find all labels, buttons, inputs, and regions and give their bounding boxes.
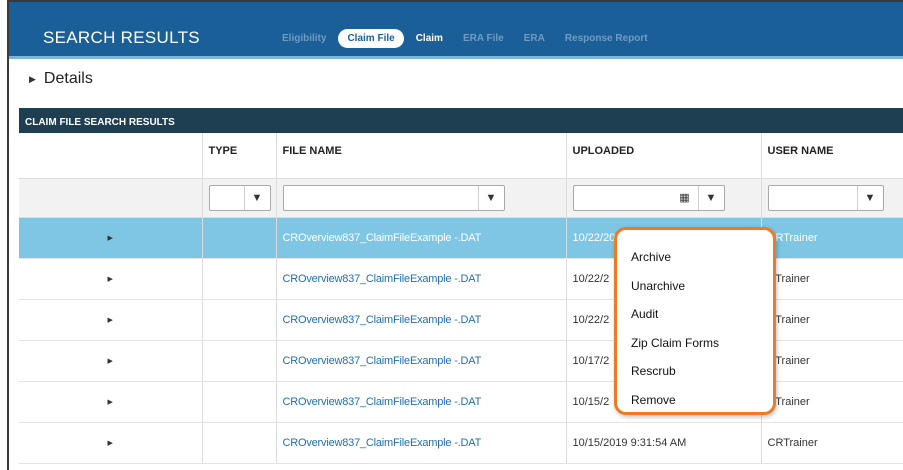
- expand-row-icon[interactable]: ▶: [19, 340, 203, 382]
- details-toggle[interactable]: ▶ Details: [29, 70, 93, 88]
- filter-cell-user-name: ▼: [761, 178, 903, 218]
- filter-icon[interactable]: ▼: [477, 185, 504, 210]
- col-header-user-name[interactable]: USER NAME: [761, 133, 903, 179]
- cell-user-name: CRTrainer: [761, 217, 903, 259]
- header-bar: SEARCH RESULTS Eligibility Claim File Cl…: [9, 2, 903, 59]
- file-name-link[interactable]: CROverview837_ClaimFileExample -.DAT: [276, 340, 567, 382]
- cell-type: [202, 422, 277, 464]
- type-filter-input[interactable]: ▼: [208, 184, 271, 211]
- file-name-link[interactable]: CROverview837_ClaimFileExample -.DAT: [276, 381, 567, 423]
- filter-icon[interactable]: ▼: [243, 185, 270, 210]
- uploaded-filter-input[interactable]: ▦ ▼: [572, 184, 725, 211]
- cell-user-name: RTrainer: [761, 381, 903, 423]
- tab-era[interactable]: ERA: [516, 29, 553, 48]
- tab-response-report[interactable]: Response Report: [557, 29, 656, 48]
- expand-row-icon[interactable]: ▶: [19, 217, 203, 259]
- details-label: Details: [43, 70, 93, 87]
- tab-claim[interactable]: Claim: [408, 29, 451, 48]
- user-name-filter-input[interactable]: ▼: [767, 184, 884, 211]
- cell-user-name: RTrainer: [761, 258, 903, 300]
- menu-item-archive[interactable]: Archive: [631, 243, 773, 272]
- filter-cell-type: ▼: [202, 178, 277, 218]
- file-name-link[interactable]: CROverview837_ClaimFileExample -.DAT: [276, 217, 567, 259]
- cell-user-name: CRTrainer: [761, 422, 903, 464]
- file-name-link[interactable]: CROverview837_ClaimFileExample -.DAT: [276, 258, 567, 300]
- tab-eligibility[interactable]: Eligibility: [274, 29, 334, 48]
- cell-user-name: RTrainer: [761, 340, 903, 382]
- cell-type: [202, 217, 277, 259]
- menu-item-unarchive[interactable]: Unarchive: [631, 272, 773, 301]
- col-header-file-name[interactable]: FILE NAME: [276, 133, 567, 179]
- col-header-expand: [19, 133, 203, 179]
- cell-type: [202, 258, 277, 300]
- tab-era-file[interactable]: ERA File: [455, 29, 512, 48]
- menu-item-remove[interactable]: Remove: [631, 386, 773, 415]
- cell-type: [202, 340, 277, 382]
- col-header-type[interactable]: TYPE: [202, 133, 277, 179]
- col-header-uploaded[interactable]: UPLOADED: [566, 133, 762, 179]
- app-frame: SEARCH RESULTS Eligibility Claim File Cl…: [7, 0, 903, 470]
- filter-row: ▼ ▼ ▦ ▼ ▼: [19, 178, 903, 218]
- page-title: SEARCH RESULTS: [43, 28, 200, 47]
- cell-type: [202, 299, 277, 341]
- cell-uploaded: 10/15/2019 9:31:54 AM: [566, 422, 762, 464]
- filter-icon[interactable]: ▼: [856, 185, 883, 210]
- menu-item-audit[interactable]: Audit: [631, 300, 773, 329]
- caret-right-icon: ▶: [29, 73, 36, 84]
- expand-row-icon[interactable]: ▶: [19, 422, 203, 464]
- row-context-menu: Archive Unarchive Audit Zip Claim Forms …: [614, 227, 776, 415]
- menu-item-rescrub[interactable]: Rescrub: [631, 357, 773, 386]
- expand-row-icon[interactable]: ▶: [19, 258, 203, 300]
- file-name-link[interactable]: CROverview837_ClaimFileExample -.DAT: [276, 299, 567, 341]
- calendar-icon[interactable]: ▦: [672, 186, 698, 210]
- menu-item-zip-claim-forms[interactable]: Zip Claim Forms: [631, 329, 773, 358]
- filter-cell-empty: [19, 178, 203, 218]
- cell-type: [202, 381, 277, 423]
- filter-cell-file-name: ▼: [276, 178, 567, 218]
- filter-cell-uploaded: ▦ ▼: [566, 178, 762, 218]
- expand-row-icon[interactable]: ▶: [19, 299, 203, 341]
- header-row: TYPE FILE NAME UPLOADED USER NAME: [19, 133, 903, 179]
- grid-title: CLAIM FILE SEARCH RESULTS: [19, 108, 903, 133]
- cell-user-name: RTrainer: [761, 299, 903, 341]
- file-name-filter-input[interactable]: ▼: [282, 184, 505, 211]
- result-type-tabs: Eligibility Claim File Claim ERA File ER…: [274, 29, 660, 48]
- filter-icon[interactable]: ▼: [697, 185, 724, 210]
- file-name-link[interactable]: CROverview837_ClaimFileExample -.DAT: [276, 422, 567, 464]
- tab-claim-file[interactable]: Claim File: [338, 29, 404, 48]
- expand-row-icon[interactable]: ▶: [19, 381, 203, 423]
- table-row[interactable]: ▶ CROverview837_ClaimFileExample -.DAT 1…: [19, 422, 903, 464]
